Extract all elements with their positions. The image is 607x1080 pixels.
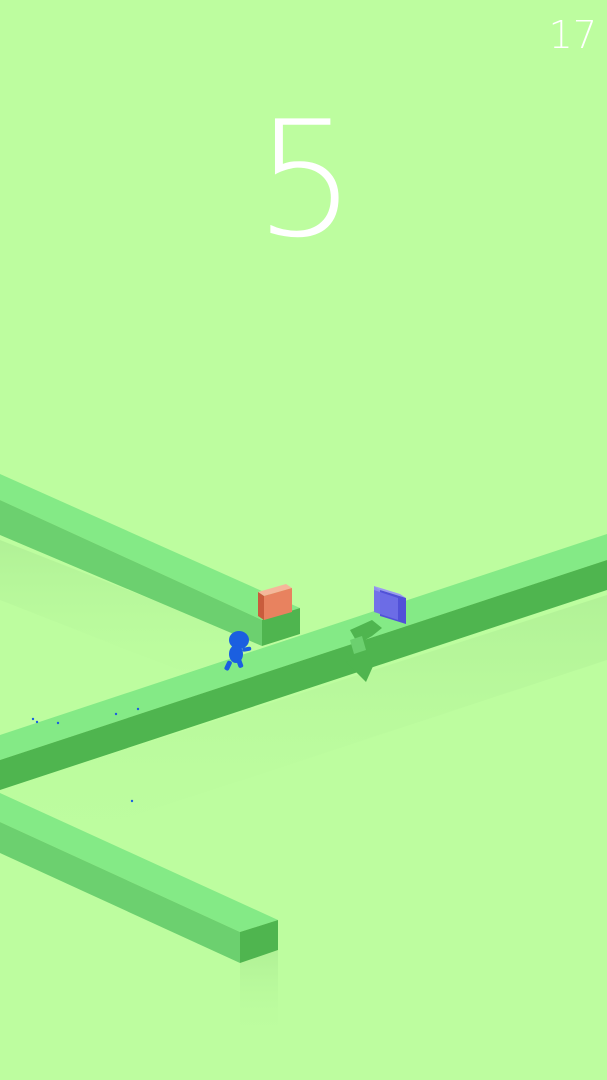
current-score: 5	[254, 86, 357, 273]
lower-path-segment	[0, 793, 278, 963]
lower-path-shadow	[240, 950, 278, 1040]
best-score: 17	[548, 13, 597, 57]
